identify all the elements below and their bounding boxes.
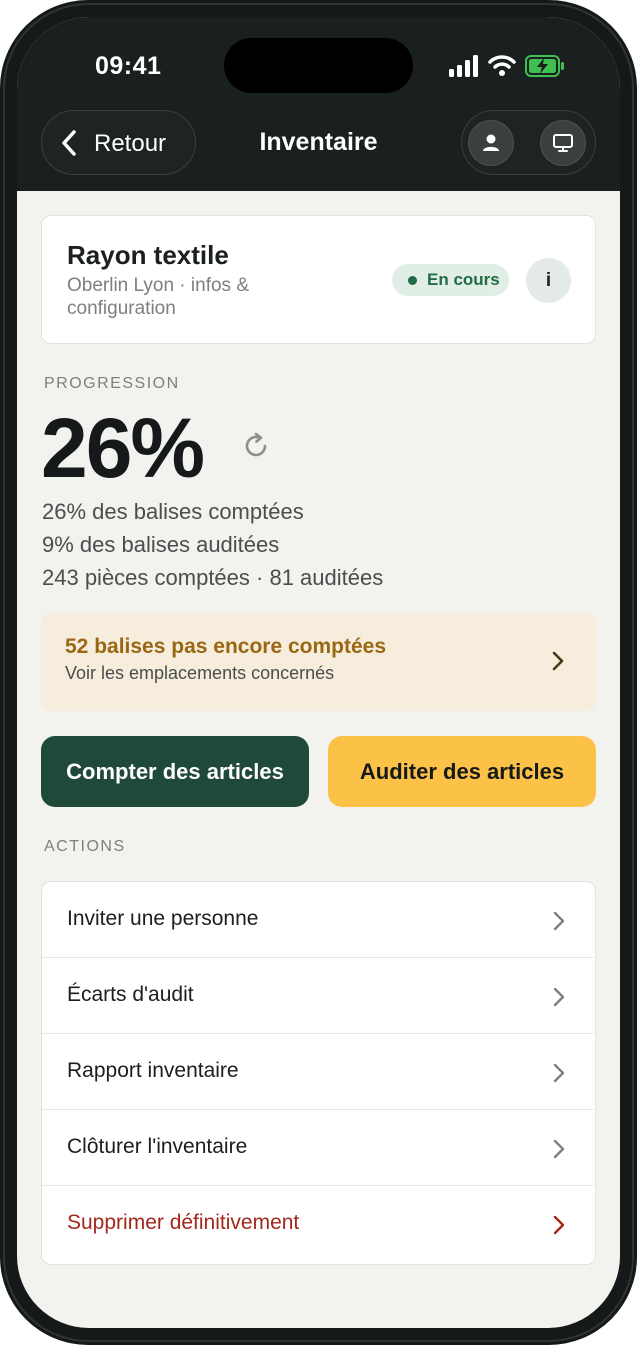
display-button[interactable] xyxy=(540,120,586,166)
stat-counted: 26% des balises comptées xyxy=(42,499,304,524)
phone-frame: 09:41 Retour Inventaire Rayon textile Ob… xyxy=(0,0,637,1345)
count-articles-button[interactable]: Compter des articles xyxy=(41,736,309,807)
action-delete-permanently[interactable]: Supprimer définitivement xyxy=(42,1186,594,1262)
actions-list: Inviter une personne Écarts d'audit Rapp… xyxy=(41,881,596,1265)
signal-icon xyxy=(449,55,478,77)
inventory-name: Rayon textile xyxy=(67,240,229,270)
action-label: Clôturer l'inventaire xyxy=(67,1135,248,1158)
chevron-right-icon xyxy=(552,651,564,671)
screen: 09:41 Retour Inventaire Rayon textile Ob… xyxy=(17,17,620,1328)
action-invite-person[interactable]: Inviter une personne xyxy=(42,882,594,958)
back-button[interactable]: Retour xyxy=(41,110,196,175)
action-audit-gaps[interactable]: Écarts d'audit xyxy=(42,958,594,1034)
refresh-icon[interactable] xyxy=(241,431,271,461)
header-actions xyxy=(461,110,596,175)
action-close-inventory[interactable]: Clôturer l'inventaire xyxy=(42,1110,594,1186)
person-icon xyxy=(483,134,499,151)
action-label: Rapport inventaire xyxy=(67,1059,239,1082)
profile-button[interactable] xyxy=(468,120,514,166)
back-button-label: Retour xyxy=(94,130,167,157)
progress-section-label: PROGRESSION xyxy=(44,375,180,392)
dynamic-island xyxy=(224,38,413,93)
audit-articles-button[interactable]: Auditer des articles xyxy=(328,736,596,807)
stat-pieces: 243 pièces comptées · 81 auditées xyxy=(42,565,384,590)
chevron-right-icon xyxy=(553,987,565,1007)
chevron-right-icon xyxy=(553,1063,565,1083)
status-time: 09:41 xyxy=(95,52,162,80)
info-button[interactable]: i xyxy=(526,258,571,303)
page-title: Inventaire xyxy=(259,128,378,156)
status-badge: En cours xyxy=(392,264,509,296)
monitor-icon xyxy=(553,134,573,152)
status-dot xyxy=(408,276,417,285)
chevron-right-icon xyxy=(553,1139,565,1159)
action-label: Inviter une personne xyxy=(67,907,259,930)
chevron-right-icon xyxy=(553,911,565,931)
alert-subtitle: Voir les emplacements concernés xyxy=(65,663,335,683)
stat-audited: 9% des balises auditées xyxy=(42,532,280,557)
battery-charging-icon xyxy=(525,55,564,77)
action-inventory-report[interactable]: Rapport inventaire xyxy=(42,1034,594,1110)
chevron-right-icon xyxy=(553,1215,565,1235)
uncounted-alert[interactable]: 52 balises pas encore comptées Voir les … xyxy=(41,613,596,711)
wifi-icon xyxy=(488,55,516,76)
chevron-left-icon xyxy=(62,130,76,156)
actions-section-label: ACTIONS xyxy=(44,838,126,855)
status-badge-label: En cours xyxy=(427,270,500,289)
alert-title: 52 balises pas encore comptées xyxy=(65,635,386,658)
action-label: Supprimer définitivement xyxy=(67,1211,300,1234)
action-label: Écarts d'audit xyxy=(67,983,194,1006)
progress-percent: 26% xyxy=(41,401,205,495)
inventory-card[interactable]: Rayon textile Oberlin Lyon · infos & con… xyxy=(41,215,596,344)
header-bar: 09:41 Retour Inventaire xyxy=(17,17,620,191)
inventory-subtitle: Oberlin Lyon · infos & configuration xyxy=(67,275,249,319)
